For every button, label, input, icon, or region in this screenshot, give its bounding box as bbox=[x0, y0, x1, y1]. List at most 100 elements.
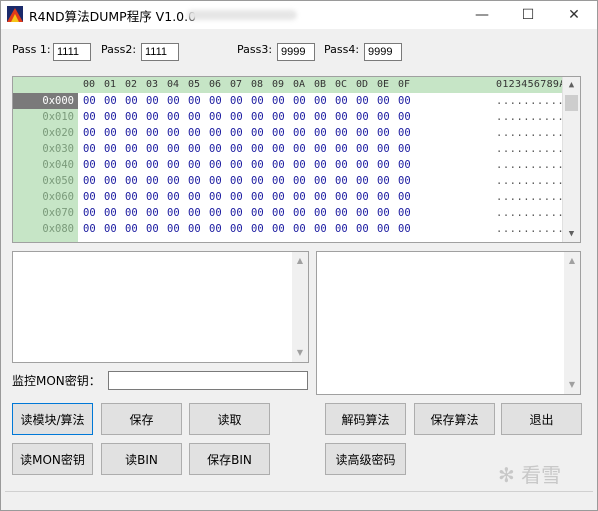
hex-cell[interactable]: 00 bbox=[104, 221, 117, 237]
read-mon-key-button[interactable]: 读MON密钥 bbox=[12, 443, 93, 475]
hex-cell[interactable]: 00 bbox=[251, 205, 264, 221]
hex-cell[interactable]: 00 bbox=[398, 173, 411, 189]
hex-cell[interactable]: 00 bbox=[83, 173, 96, 189]
mon-key-input[interactable] bbox=[108, 371, 308, 390]
hex-cell[interactable]: 00 bbox=[356, 189, 369, 205]
hex-cell[interactable]: 00 bbox=[83, 93, 96, 109]
hex-cell[interactable]: 00 bbox=[83, 109, 96, 125]
hex-cell[interactable]: 00 bbox=[335, 205, 348, 221]
scroll-up-arrow-icon[interactable]: ▲ bbox=[564, 254, 580, 268]
row-address[interactable]: 0x050 bbox=[13, 173, 78, 189]
hex-cell[interactable]: 00 bbox=[230, 173, 243, 189]
hex-cell[interactable]: 00 bbox=[335, 189, 348, 205]
hex-cell[interactable]: 00 bbox=[293, 109, 306, 125]
hex-cell[interactable]: 00 bbox=[146, 221, 159, 237]
hex-cell[interactable]: 00 bbox=[104, 173, 117, 189]
hex-cell[interactable]: 00 bbox=[167, 173, 180, 189]
right-log-textarea[interactable]: ▲ ▼ bbox=[316, 251, 581, 395]
hex-cell[interactable]: 00 bbox=[251, 109, 264, 125]
hex-cell[interactable]: 00 bbox=[272, 221, 285, 237]
hex-cell[interactable]: 00 bbox=[377, 173, 390, 189]
hex-cell[interactable]: 00 bbox=[314, 189, 327, 205]
hex-cell[interactable]: 00 bbox=[251, 157, 264, 173]
pass1-input[interactable]: 1111 bbox=[53, 43, 91, 61]
hex-grid[interactable]: 00 01 02 03 04 05 06 07 08 09 0A 0B 0C 0… bbox=[12, 76, 581, 243]
hex-cell[interactable]: 00 bbox=[209, 205, 222, 221]
hex-cell[interactable]: 00 bbox=[272, 141, 285, 157]
hex-cell[interactable]: 00 bbox=[314, 173, 327, 189]
hex-cell[interactable]: 00 bbox=[398, 125, 411, 141]
scroll-down-arrow-icon[interactable]: ▼ bbox=[564, 378, 580, 392]
hex-cell[interactable]: 00 bbox=[167, 125, 180, 141]
hex-cell[interactable]: 00 bbox=[251, 141, 264, 157]
hex-cell[interactable]: 00 bbox=[188, 109, 201, 125]
left-log-textarea[interactable]: ▲ ▼ bbox=[12, 251, 309, 363]
hex-cell[interactable]: 00 bbox=[167, 189, 180, 205]
hex-cell[interactable]: 00 bbox=[356, 93, 369, 109]
hex-cell[interactable]: 00 bbox=[314, 205, 327, 221]
hex-cell[interactable]: 00 bbox=[356, 157, 369, 173]
hex-cell[interactable]: 00 bbox=[377, 109, 390, 125]
hex-cell[interactable]: 00 bbox=[398, 109, 411, 125]
hex-cell[interactable]: 00 bbox=[272, 125, 285, 141]
scroll-up-arrow-icon[interactable]: ▲ bbox=[292, 254, 308, 268]
hex-cell[interactable]: 00 bbox=[398, 221, 411, 237]
read-module-button[interactable]: 读模块/算法 bbox=[12, 403, 93, 435]
scroll-up-arrow-icon[interactable]: ▲ bbox=[563, 77, 580, 93]
hex-cell[interactable]: 00 bbox=[146, 141, 159, 157]
hex-cell[interactable]: 00 bbox=[377, 141, 390, 157]
hex-cell[interactable]: 00 bbox=[83, 141, 96, 157]
scroll-thumb[interactable] bbox=[565, 95, 578, 111]
hex-cell[interactable]: 00 bbox=[230, 141, 243, 157]
hex-cell[interactable]: 00 bbox=[230, 109, 243, 125]
title-bar[interactable]: R4ND算法DUMP程序 V1.0.0 — ☐ ✕ bbox=[1, 1, 597, 29]
pass2-input[interactable]: 1111 bbox=[141, 43, 179, 61]
row-address[interactable]: 0x030 bbox=[13, 141, 78, 157]
hex-cell[interactable]: 00 bbox=[104, 125, 117, 141]
hex-cell[interactable]: 00 bbox=[209, 221, 222, 237]
row-address[interactable]: 0x080 bbox=[13, 221, 78, 237]
hex-cell[interactable]: 00 bbox=[209, 141, 222, 157]
hex-cell[interactable]: 00 bbox=[314, 125, 327, 141]
close-button[interactable]: ✕ bbox=[551, 1, 597, 29]
row-address[interactable]: 0x020 bbox=[13, 125, 78, 141]
hex-cell[interactable]: 00 bbox=[146, 173, 159, 189]
minimize-button[interactable]: — bbox=[459, 1, 505, 29]
hex-cell[interactable]: 00 bbox=[104, 205, 117, 221]
hex-cell[interactable]: 00 bbox=[251, 189, 264, 205]
hex-cell[interactable]: 00 bbox=[230, 205, 243, 221]
maximize-button[interactable]: ☐ bbox=[505, 1, 551, 29]
hex-cell[interactable]: 00 bbox=[209, 125, 222, 141]
hex-cell[interactable]: 00 bbox=[293, 157, 306, 173]
hex-cell[interactable]: 00 bbox=[314, 221, 327, 237]
hex-cell[interactable]: 00 bbox=[125, 173, 138, 189]
hex-cell[interactable]: 00 bbox=[230, 157, 243, 173]
hex-cell[interactable]: 00 bbox=[125, 205, 138, 221]
row-address[interactable]: 0x040 bbox=[13, 157, 78, 173]
scroll-down-arrow-icon[interactable]: ▼ bbox=[292, 346, 308, 360]
hex-cell[interactable]: 00 bbox=[335, 93, 348, 109]
exit-button[interactable]: 退出 bbox=[501, 403, 582, 435]
hex-cell[interactable]: 00 bbox=[188, 93, 201, 109]
hex-cell[interactable]: 00 bbox=[167, 221, 180, 237]
hex-cell[interactable]: 00 bbox=[209, 173, 222, 189]
hex-cell[interactable]: 00 bbox=[167, 109, 180, 125]
hex-cell[interactable]: 00 bbox=[314, 93, 327, 109]
hex-cell[interactable]: 00 bbox=[377, 205, 390, 221]
save-bin-button[interactable]: 保存BIN bbox=[189, 443, 270, 475]
hex-cell[interactable]: 00 bbox=[83, 189, 96, 205]
hex-cell[interactable]: 00 bbox=[314, 109, 327, 125]
row-address[interactable]: 0x070 bbox=[13, 205, 78, 221]
read-bin-button[interactable]: 读BIN bbox=[101, 443, 182, 475]
hex-cell[interactable]: 00 bbox=[398, 189, 411, 205]
hex-cell[interactable]: 00 bbox=[272, 205, 285, 221]
hex-cell[interactable]: 00 bbox=[167, 205, 180, 221]
hex-cell[interactable]: 00 bbox=[251, 221, 264, 237]
hex-cell[interactable]: 00 bbox=[125, 93, 138, 109]
hex-cell[interactable]: 00 bbox=[377, 93, 390, 109]
hex-cell[interactable]: 00 bbox=[272, 157, 285, 173]
hex-cell[interactable]: 00 bbox=[146, 189, 159, 205]
row-address[interactable]: 0x060 bbox=[13, 189, 78, 205]
hex-cell[interactable]: 00 bbox=[125, 109, 138, 125]
hex-cell[interactable]: 00 bbox=[272, 109, 285, 125]
